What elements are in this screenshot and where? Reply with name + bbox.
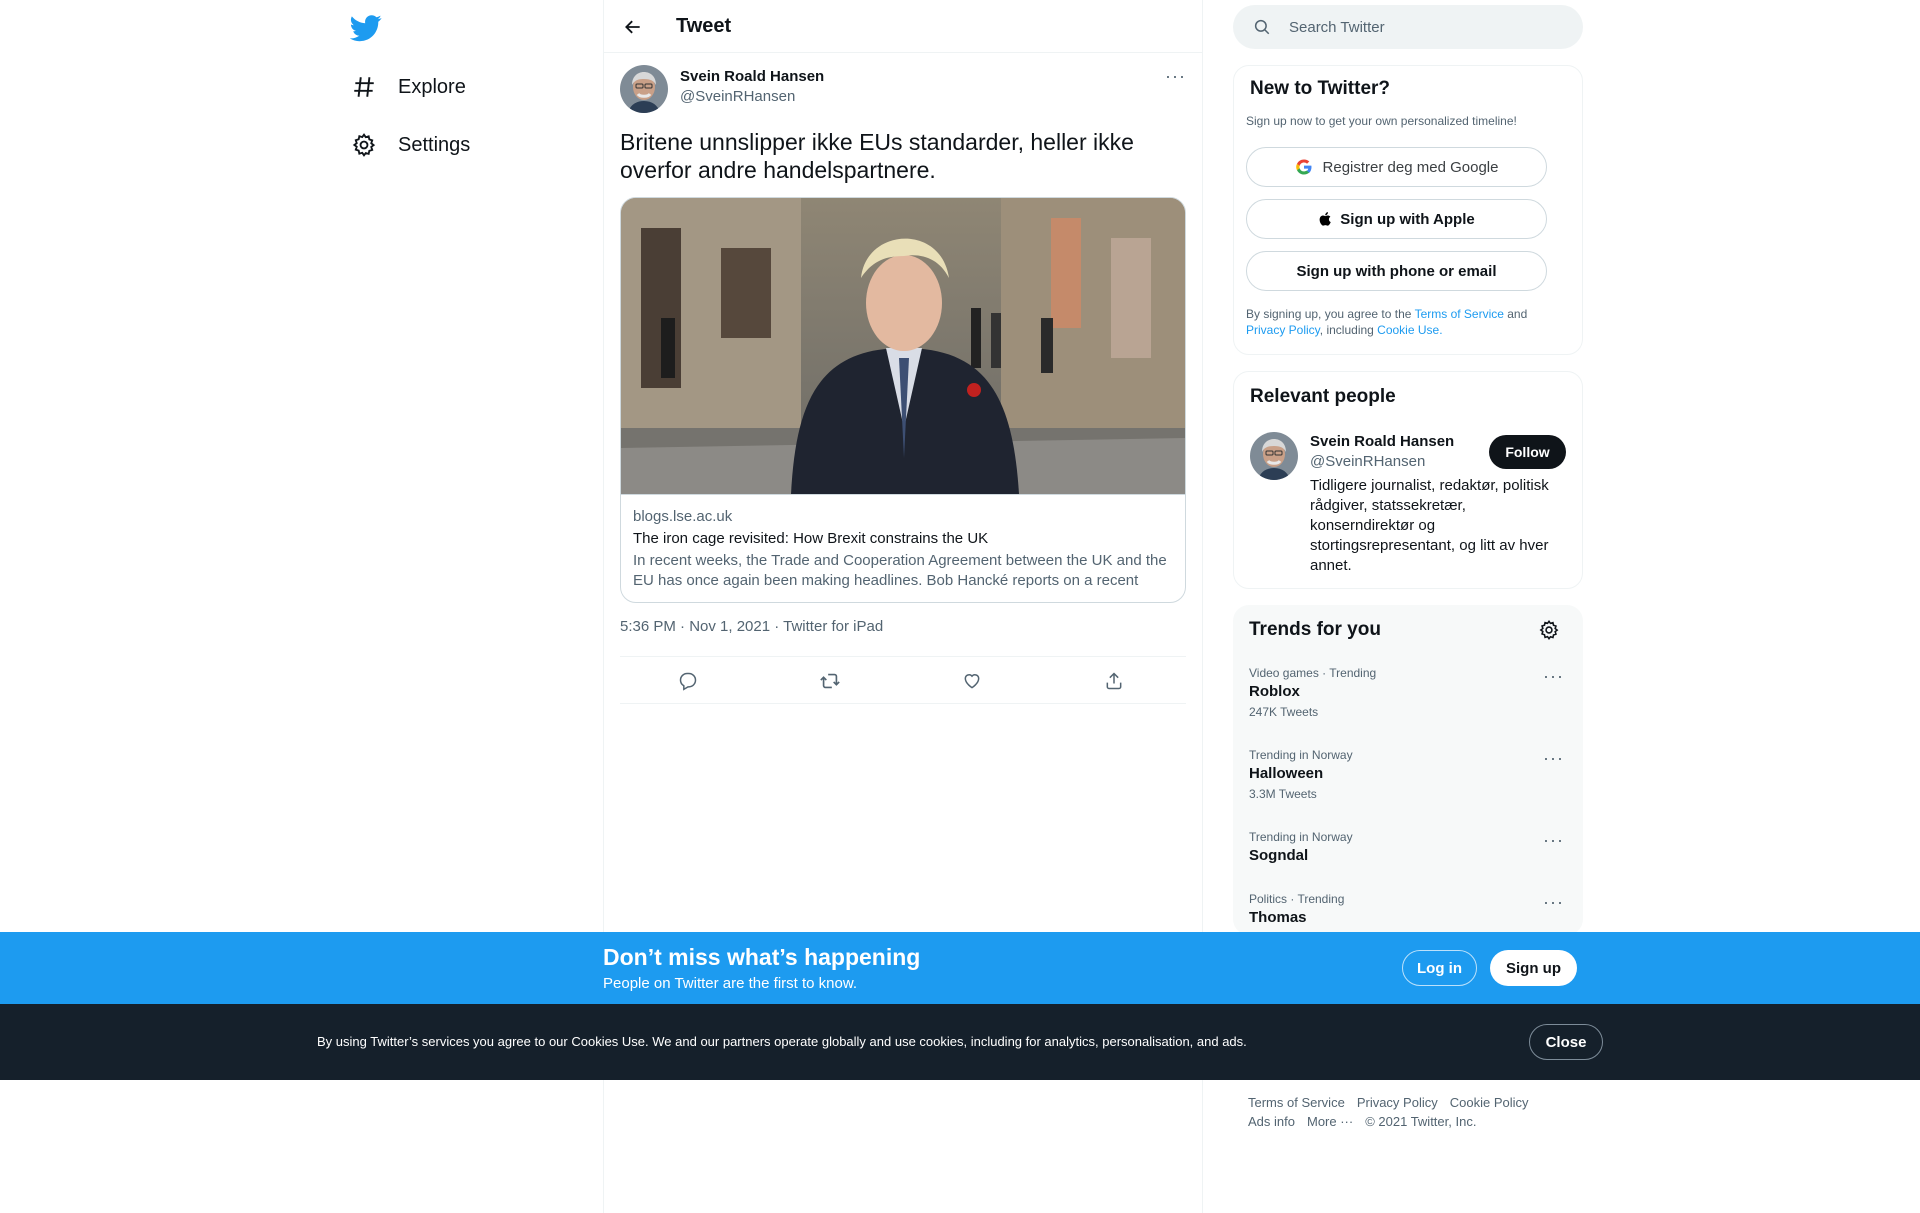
trend-more-icon[interactable]: ···: [1543, 892, 1564, 913]
card-description: In recent weeks, the Trade and Cooperati…: [633, 552, 1167, 589]
google-signup-button[interactable]: Registrer deg med Google: [1246, 147, 1547, 187]
twitter-logo-icon[interactable]: [349, 12, 382, 44]
search-box[interactable]: [1233, 5, 1583, 49]
footer-links: Terms of Service Privacy Policy Cookie P…: [1248, 1095, 1578, 1129]
trend-name: Sogndal: [1249, 847, 1309, 864]
nav-settings[interactable]: Settings: [350, 120, 470, 170]
tweet-text: Britene unnslipper ikke EUs standarder, …: [620, 129, 1134, 183]
footer-privacy-link[interactable]: Privacy Policy: [1357, 1095, 1438, 1110]
search-input[interactable]: [1289, 5, 1569, 49]
author-name[interactable]: Svein Roald Hansen: [680, 68, 824, 85]
search-icon: [1253, 18, 1271, 41]
trend-name: Halloween: [1249, 765, 1324, 782]
relevant-people-panel: Relevant people Svein Roald Hansen @Svei…: [1233, 371, 1583, 589]
signup-panel-title: New to Twitter?: [1250, 78, 1391, 99]
trend-name: Roblox: [1249, 683, 1300, 700]
signup-panel-subtitle: Sign up now to get your own personalized…: [1246, 114, 1517, 128]
trend-item[interactable]: Trending in Norway Sogndal ···: [1249, 830, 1567, 870]
trend-item[interactable]: Video games · Trending Roblox 247K Tweet…: [1249, 666, 1567, 726]
footer-terms-link[interactable]: Terms of Service: [1248, 1095, 1345, 1110]
nav-explore[interactable]: Explore: [350, 62, 466, 112]
card-body: blogs.lse.ac.uk The iron cage revisited:…: [621, 494, 1185, 602]
footer-ads-link[interactable]: Ads info: [1248, 1114, 1295, 1129]
author-handle[interactable]: @SveinRHansen: [680, 88, 795, 105]
google-signup-label: Registrer deg med Google: [1322, 158, 1499, 176]
cookie-close-button[interactable]: Close: [1529, 1024, 1603, 1060]
back-arrow-icon[interactable]: [618, 12, 648, 42]
trend-count: 3.3M Tweets: [1249, 787, 1317, 801]
relevant-person-bio: Tidligere journalist, redaktør, politisk…: [1310, 477, 1549, 574]
card-title: The iron cage revisited: How Brexit cons…: [633, 530, 989, 547]
apple-icon: [1318, 210, 1334, 228]
login-button[interactable]: Log in: [1402, 950, 1477, 986]
signup-button[interactable]: Sign up: [1490, 950, 1577, 986]
like-icon[interactable]: [958, 667, 986, 695]
card-image: [621, 198, 1185, 494]
phone-email-signup-label: Sign up with phone or email: [1296, 262, 1497, 280]
trend-context: Trending in Norway: [1249, 830, 1353, 844]
banner-title: Don’t miss what’s happening: [603, 944, 921, 970]
signup-panel: New to Twitter? Sign up now to get your …: [1233, 65, 1583, 355]
tweet-actions: [620, 656, 1186, 704]
link-card[interactable]: blogs.lse.ac.uk The iron cage revisited:…: [620, 197, 1186, 603]
footer-cookie-link[interactable]: Cookie Policy: [1450, 1095, 1529, 1110]
footer-more-link[interactable]: More ···: [1307, 1114, 1353, 1129]
trends-settings-gear-icon[interactable]: [1538, 619, 1560, 646]
apple-signup-label: Sign up with Apple: [1340, 210, 1475, 228]
tweet-meta[interactable]: 5:36 PM · Nov 1, 2021 · Twitter for iPad: [620, 618, 883, 635]
google-icon: [1295, 158, 1313, 176]
retweet-icon[interactable]: [816, 667, 844, 695]
cookie-text: By using Twitter’s services you agree to…: [317, 1034, 1247, 1049]
nav-explore-label: Explore: [398, 75, 466, 98]
legal-and: and: [1503, 307, 1528, 321]
trend-more-icon[interactable]: ···: [1543, 748, 1564, 769]
trend-context: Politics · Trending: [1249, 892, 1345, 906]
trend-item[interactable]: Politics · Trending Thomas ···: [1249, 892, 1567, 932]
author-avatar[interactable]: [620, 65, 668, 113]
relevant-person-avatar[interactable]: [1250, 432, 1298, 480]
trends-panel: Trends for you Video games · Trending Ro…: [1233, 605, 1583, 935]
apple-signup-button[interactable]: Sign up with Apple: [1246, 199, 1547, 239]
trend-name: Thomas: [1249, 909, 1307, 926]
trend-context: Trending in Norway: [1249, 748, 1353, 762]
hashtag-icon: [350, 73, 378, 101]
page-title: Tweet: [676, 15, 732, 37]
trend-more-icon[interactable]: ···: [1543, 666, 1564, 687]
nav-settings-label: Settings: [398, 133, 471, 156]
trend-count: 247K Tweets: [1249, 705, 1319, 719]
signup-legal-text: By signing up, you agree to the Terms of…: [1246, 306, 1566, 338]
trends-title: Trends for you: [1249, 619, 1381, 640]
relevant-people-title: Relevant people: [1250, 386, 1396, 407]
share-icon[interactable]: [1100, 667, 1128, 695]
follow-button[interactable]: Follow: [1489, 435, 1566, 469]
legal-including: , including: [1319, 323, 1378, 337]
tweet-header: Tweet: [604, 0, 1202, 53]
more-options-icon[interactable]: ···: [1165, 66, 1186, 87]
relevant-person-name[interactable]: Svein Roald Hansen: [1310, 433, 1454, 450]
legal-prefix: By signing up, you agree to the: [1246, 307, 1415, 321]
phone-email-signup-button[interactable]: Sign up with phone or email: [1246, 251, 1547, 291]
card-domain: blogs.lse.ac.uk: [633, 508, 733, 525]
gear-icon: [350, 131, 378, 159]
relevant-person-handle[interactable]: @SveinRHansen: [1310, 453, 1425, 470]
footer-copyright: © 2021 Twitter, Inc.: [1365, 1114, 1477, 1129]
trend-item[interactable]: Trending in Norway Halloween 3.3M Tweets…: [1249, 748, 1567, 808]
reply-icon[interactable]: [674, 667, 702, 695]
trend-context: Video games · Trending: [1249, 666, 1377, 680]
cookie-bar: By using Twitter’s services you agree to…: [0, 1004, 1920, 1080]
terms-link[interactable]: Terms of Service: [1415, 307, 1504, 321]
login-banner: Don’t miss what’s happening People on Tw…: [0, 932, 1920, 1004]
privacy-link[interactable]: Privacy Policy: [1246, 323, 1320, 337]
banner-subtitle: People on Twitter are the first to know.: [603, 975, 858, 992]
cookie-use-link[interactable]: Cookie Use.: [1377, 323, 1442, 337]
trend-more-icon[interactable]: ···: [1543, 830, 1564, 851]
